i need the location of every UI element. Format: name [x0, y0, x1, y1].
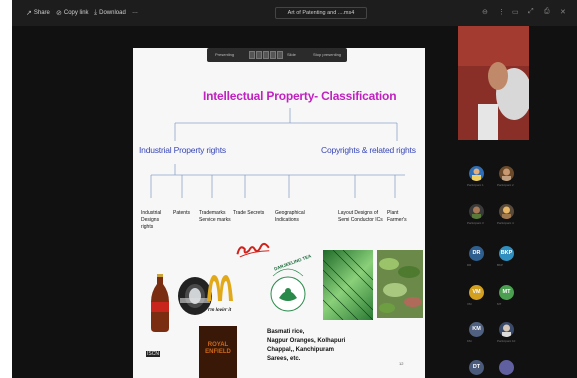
pager-icon[interactable]: ⋮ — [498, 8, 505, 16]
leaf-industrial-designs: Industrial Designs rights — [141, 210, 162, 230]
presenting-label: Presenting — [215, 52, 235, 57]
participant-avatar[interactable] — [469, 166, 484, 181]
bottom-left-label: ISCN — [146, 351, 160, 357]
participant-initials[interactable]: BKP — [499, 246, 514, 261]
zoom-icon[interactable]: ⊖ — [482, 8, 488, 16]
share-button[interactable]: ↗ Share — [26, 9, 50, 17]
royal-enfield-label: ROYAL ENFIELD — [205, 342, 231, 355]
download-label: Download — [99, 10, 126, 16]
participant-name: Participant 4 — [497, 221, 514, 225]
leaf-trademarks: Trademarks Service marks — [199, 210, 231, 223]
participant-avatar[interactable] — [499, 360, 514, 375]
plant-leaves-icon — [379, 258, 422, 313]
participant-initials[interactable]: KM — [469, 322, 484, 337]
royal-enfield-image: ROYAL ENFIELD — [199, 326, 237, 378]
participant-initials[interactable]: DT — [469, 360, 484, 375]
leaf-layout-designs: Layout Designs of Semi Conductor ICs — [338, 210, 383, 223]
participant-initials[interactable]: VM — [469, 285, 484, 300]
slide-nav-buttons[interactable] — [249, 51, 283, 59]
participant-name: KM — [467, 339, 472, 343]
meeting-window: ↗ Share ⊘ Copy link ⤓ Download … Art of … — [12, 0, 577, 378]
gi-examples-caption: Basmati rice, Nagpur Oranges, Kolhapuri … — [267, 329, 346, 362]
leaf-trade-secrets: Trade Secrets — [233, 210, 265, 216]
leaf-geographical-indications: Geographical Indications — [275, 210, 305, 223]
top-toolbar: ↗ Share ⊘ Copy link ⤓ Download … Art of … — [12, 0, 577, 26]
darjeeling-tea-logo: DARJEELING TEA — [265, 253, 312, 318]
participant-avatar[interactable] — [499, 322, 514, 337]
branch-copyright: Copyrights & related rights — [321, 145, 416, 155]
participant-name: BKP — [497, 263, 504, 267]
more-label: … — [132, 9, 138, 15]
speaker-person-icon — [458, 26, 529, 140]
branch-industrial: Industrial Property rights — [139, 145, 226, 155]
leaf-plant-farmers: Plant Farmer's — [387, 210, 407, 223]
participant-name: DR — [467, 263, 472, 267]
plant-image — [377, 250, 423, 318]
participant-name: MT — [497, 302, 502, 306]
download-button[interactable]: ⤓ Download — [94, 9, 126, 17]
participant-name: VM — [467, 302, 472, 306]
participant-name: Participant 2 — [497, 183, 514, 187]
more-button[interactable]: … — [132, 9, 138, 15]
print-icon[interactable]: ⎙ — [544, 8, 550, 16]
participant-name: Participant 10 — [497, 339, 516, 343]
document-title: Art of Patenting and ....ms4 — [275, 7, 367, 19]
presented-slide: Intellectual Property- Classification In… — [133, 48, 425, 378]
participant-name: Participant 3 — [467, 221, 484, 225]
participant-initials[interactable]: DR — [469, 246, 484, 261]
slide-title: Intellectual Property- Classification — [203, 89, 397, 103]
speaker-video-tile[interactable] — [458, 26, 529, 140]
copy-link-button[interactable]: ⊘ Copy link — [56, 9, 89, 17]
participant-avatar[interactable] — [469, 204, 484, 219]
participant-avatar[interactable] — [499, 204, 514, 219]
participant-name: Participant 1 — [467, 183, 484, 187]
participant-avatar[interactable] — [499, 166, 514, 181]
slide-label: Slide — [287, 52, 296, 57]
mcd-slogan: I'm lovin' it — [208, 307, 232, 312]
link-icon: ⊘ — [56, 10, 62, 17]
cola-bottle-image — [151, 274, 169, 332]
circuit-pattern-icon — [322, 249, 374, 321]
download-icon: ⤓ — [94, 9, 98, 16]
share-icon: ↗ — [26, 10, 32, 17]
copy-link-label: Copy link — [63, 10, 89, 16]
fullscreen-icon[interactable]: ⤢ — [528, 8, 534, 16]
leaf-patents: Patents — [173, 210, 190, 216]
share-label: Share — [33, 10, 50, 16]
close-icon[interactable]: ✕ — [560, 8, 566, 16]
participant-initials[interactable]: MT — [499, 285, 514, 300]
semiconductor-chip-image — [322, 249, 374, 321]
golden-arches-icon — [207, 275, 233, 301]
mcdonalds-logo: I'm lovin' it — [205, 274, 235, 314]
presenter-toolbar: Presenting Slide Stop presenting — [207, 48, 347, 62]
page-icon[interactable]: ▭ — [512, 8, 519, 16]
stop-presenting-button[interactable]: Stop presenting — [313, 52, 341, 57]
slide-number: 12 — [399, 361, 404, 366]
